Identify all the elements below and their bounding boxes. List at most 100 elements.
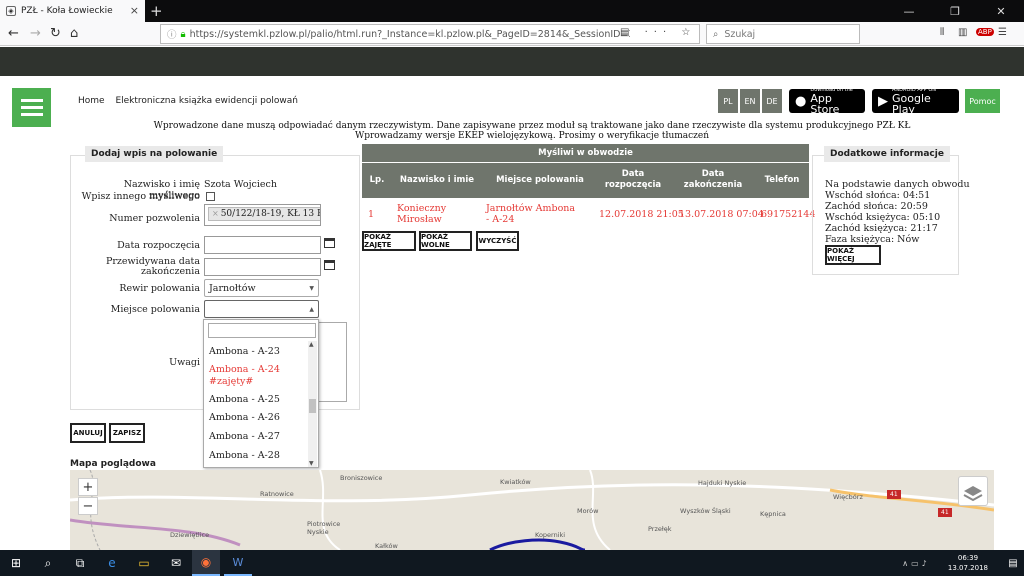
other-hunter-checkbox[interactable] bbox=[206, 192, 215, 201]
lock-icon: 🔒︎ bbox=[180, 28, 186, 40]
lang-en-button[interactable]: EN bbox=[740, 89, 760, 113]
end-date-label: Przewidywana data zakończenia bbox=[105, 256, 200, 277]
map-place: Morów bbox=[577, 507, 599, 515]
show-taken-button[interactable]: POKAŻ ZAJĘTE bbox=[362, 231, 416, 251]
chevron-up-icon: ▲ bbox=[309, 306, 314, 313]
sunset-text: Zachód słońca: 20:59 bbox=[825, 201, 928, 212]
show-more-button[interactable]: POKAŻ WIĘCEJ bbox=[825, 245, 881, 265]
notifications-icon[interactable]: ▤ bbox=[1002, 550, 1024, 576]
map-view[interactable]: + − Broniszowice Kwiatków Hajduki Nyskie… bbox=[70, 470, 994, 550]
info-icon[interactable]: ⓘ bbox=[167, 27, 177, 41]
clear-button[interactable]: WYCZYŚĆ bbox=[476, 231, 519, 251]
hunter-value: Szota Wojciech bbox=[204, 179, 277, 190]
add-entry-title: Dodaj wpis na polowanie bbox=[85, 146, 224, 162]
browser-tab[interactable]: ◈ PZŁ - Koła Łowieckie × bbox=[0, 0, 145, 22]
layers-icon bbox=[963, 486, 983, 502]
dropdown-option[interactable]: Ambona - A-23 bbox=[209, 346, 280, 358]
home-icon[interactable]: ⌂ bbox=[70, 26, 78, 41]
sunrise-text: Wschód słońca: 04:51 bbox=[825, 190, 931, 201]
lang-de-button[interactable]: DE bbox=[762, 89, 782, 113]
start-calendar-icon[interactable] bbox=[324, 238, 335, 248]
map-place: Więcbórz bbox=[833, 493, 863, 501]
edge-icon[interactable]: e bbox=[96, 550, 128, 576]
dropdown-search-input[interactable] bbox=[208, 323, 316, 338]
windows-start-icon[interactable]: ⊞ bbox=[0, 550, 32, 576]
cancel-button[interactable]: ANULUJ bbox=[70, 423, 106, 443]
permit-label: Numer pozwolenia bbox=[109, 213, 200, 224]
cell-lp: 1 bbox=[368, 209, 375, 220]
place-select[interactable]: ▲ bbox=[204, 300, 319, 318]
lang-pl-button[interactable]: PL bbox=[718, 89, 738, 113]
scroll-down-icon[interactable]: ▼ bbox=[309, 460, 314, 467]
close-window-icon[interactable]: ✕ bbox=[978, 0, 1024, 22]
close-tab-icon[interactable]: × bbox=[130, 4, 139, 17]
permit-tag[interactable]: ×50/122/18-19, KŁ 13 Bażant bbox=[208, 207, 320, 221]
moon-phase-text: Faza księżyca: Nów bbox=[825, 234, 920, 245]
permit-input[interactable]: ×50/122/18-19, KŁ 13 Bażant bbox=[204, 204, 321, 226]
page-actions-icons[interactable]: ▤ ··· ☆ bbox=[620, 27, 696, 38]
dropdown-option[interactable]: Ambona - A-28 bbox=[209, 450, 280, 462]
clock[interactable]: 06:39 13.07.2018 bbox=[948, 553, 988, 573]
map-place: Piotrowice Nyskie bbox=[307, 520, 341, 536]
url-bar[interactable]: ⓘ 🔒︎ https://systemkl.pzlow.pl/palio/htm… bbox=[160, 24, 700, 44]
search-icon: ⌕ bbox=[713, 28, 719, 40]
search-input[interactable]: ⌕ Szukaj bbox=[706, 24, 860, 44]
scroll-up-icon[interactable]: ▲ bbox=[309, 341, 314, 348]
place-dropdown: Ambona - A-23 Ambona - A-24 #zajęty# Amb… bbox=[203, 319, 319, 468]
col-place: Miejsce polowania bbox=[496, 175, 584, 185]
browser-tab-bar: ◈ PZŁ - Koła Łowieckie × + — ❐ ✕ bbox=[0, 0, 1024, 22]
end-date-input[interactable] bbox=[204, 258, 321, 276]
dropdown-option[interactable]: Ambona - A-26 bbox=[209, 412, 280, 424]
firefox-icon[interactable]: ◉ bbox=[192, 550, 220, 576]
dropdown-scrollbar[interactable]: ▲ ▼ bbox=[308, 341, 317, 467]
col-name: Nazwisko i imie bbox=[399, 175, 475, 185]
reload-icon[interactable]: ↻ bbox=[50, 26, 61, 41]
new-tab-icon[interactable]: + bbox=[150, 2, 163, 20]
zoom-out-button[interactable]: − bbox=[78, 497, 98, 515]
col-end: Data zakończenia bbox=[683, 169, 743, 190]
library-icon[interactable]: ⫴ bbox=[940, 27, 944, 38]
save-button[interactable]: ZAPISZ bbox=[109, 423, 145, 443]
dropdown-option[interactable]: Ambona - A-25 bbox=[209, 394, 280, 406]
adblock-icon[interactable]: ABP bbox=[976, 28, 994, 36]
map-label: Mapa poglądowa bbox=[70, 459, 156, 469]
district-label: Rewir polowania bbox=[119, 283, 200, 294]
district-select[interactable]: Jarnołtów ▼ bbox=[204, 279, 319, 297]
cell-place: Jarnołtów Ambona - A-24 bbox=[486, 203, 576, 225]
tray-icons[interactable]: ∧▭♪ bbox=[886, 550, 946, 576]
word-icon[interactable]: W bbox=[224, 550, 252, 576]
map-place: Hajduki Nyskie bbox=[698, 479, 747, 487]
remove-tag-icon[interactable]: × bbox=[212, 209, 219, 218]
tab-title: PZŁ - Koła Łowieckie bbox=[21, 6, 113, 16]
menu-icon[interactable]: ☰ bbox=[998, 27, 1007, 38]
place-label: Miejsce polowania bbox=[110, 304, 200, 315]
end-calendar-icon[interactable] bbox=[324, 260, 335, 270]
search-taskbar-icon[interactable]: ⌕ bbox=[32, 550, 64, 576]
start-date-input[interactable] bbox=[204, 236, 321, 254]
sidebar-icon[interactable]: ▥ bbox=[958, 27, 967, 38]
col-phone: Telefon bbox=[764, 175, 800, 185]
help-button[interactable]: Pomoc bbox=[965, 89, 1000, 113]
start-date-label: Data rozpoczęcia bbox=[117, 240, 200, 251]
scrollbar-thumb[interactable] bbox=[309, 399, 316, 413]
minimize-icon[interactable]: — bbox=[886, 0, 932, 22]
zoom-in-button[interactable]: + bbox=[78, 478, 98, 496]
url-text: https://systemkl.pzlow.pl/palio/html.run… bbox=[189, 28, 630, 40]
play-icon: ▶ bbox=[878, 93, 888, 109]
forward-icon[interactable]: → bbox=[30, 26, 41, 41]
maximize-icon[interactable]: ❐ bbox=[932, 0, 978, 22]
map-layers-button[interactable] bbox=[958, 476, 988, 506]
dropdown-option[interactable]: Ambona - A-27 bbox=[209, 431, 280, 443]
explorer-icon[interactable]: ▭ bbox=[128, 550, 160, 576]
moonrise-text: Wschód księżyca: 05:10 bbox=[825, 212, 941, 223]
task-view-icon[interactable]: ⧉ bbox=[64, 550, 96, 576]
search-placeholder: Szukaj bbox=[724, 28, 756, 40]
map-place: Kępnica bbox=[760, 510, 786, 518]
mail-icon[interactable]: ✉ bbox=[160, 550, 192, 576]
app-store-badge[interactable]: ● Download on the App Store bbox=[789, 87, 865, 115]
show-free-button[interactable]: POKAŻ WOLNE bbox=[419, 231, 472, 251]
back-icon[interactable]: ← bbox=[8, 26, 19, 41]
breadcrumb-home[interactable]: Home bbox=[78, 96, 105, 106]
google-play-badge[interactable]: ▶ ANDROID APP ON Google Play bbox=[872, 87, 959, 115]
dropdown-option-taken[interactable]: Ambona - A-24 #zajęty# bbox=[209, 364, 280, 388]
